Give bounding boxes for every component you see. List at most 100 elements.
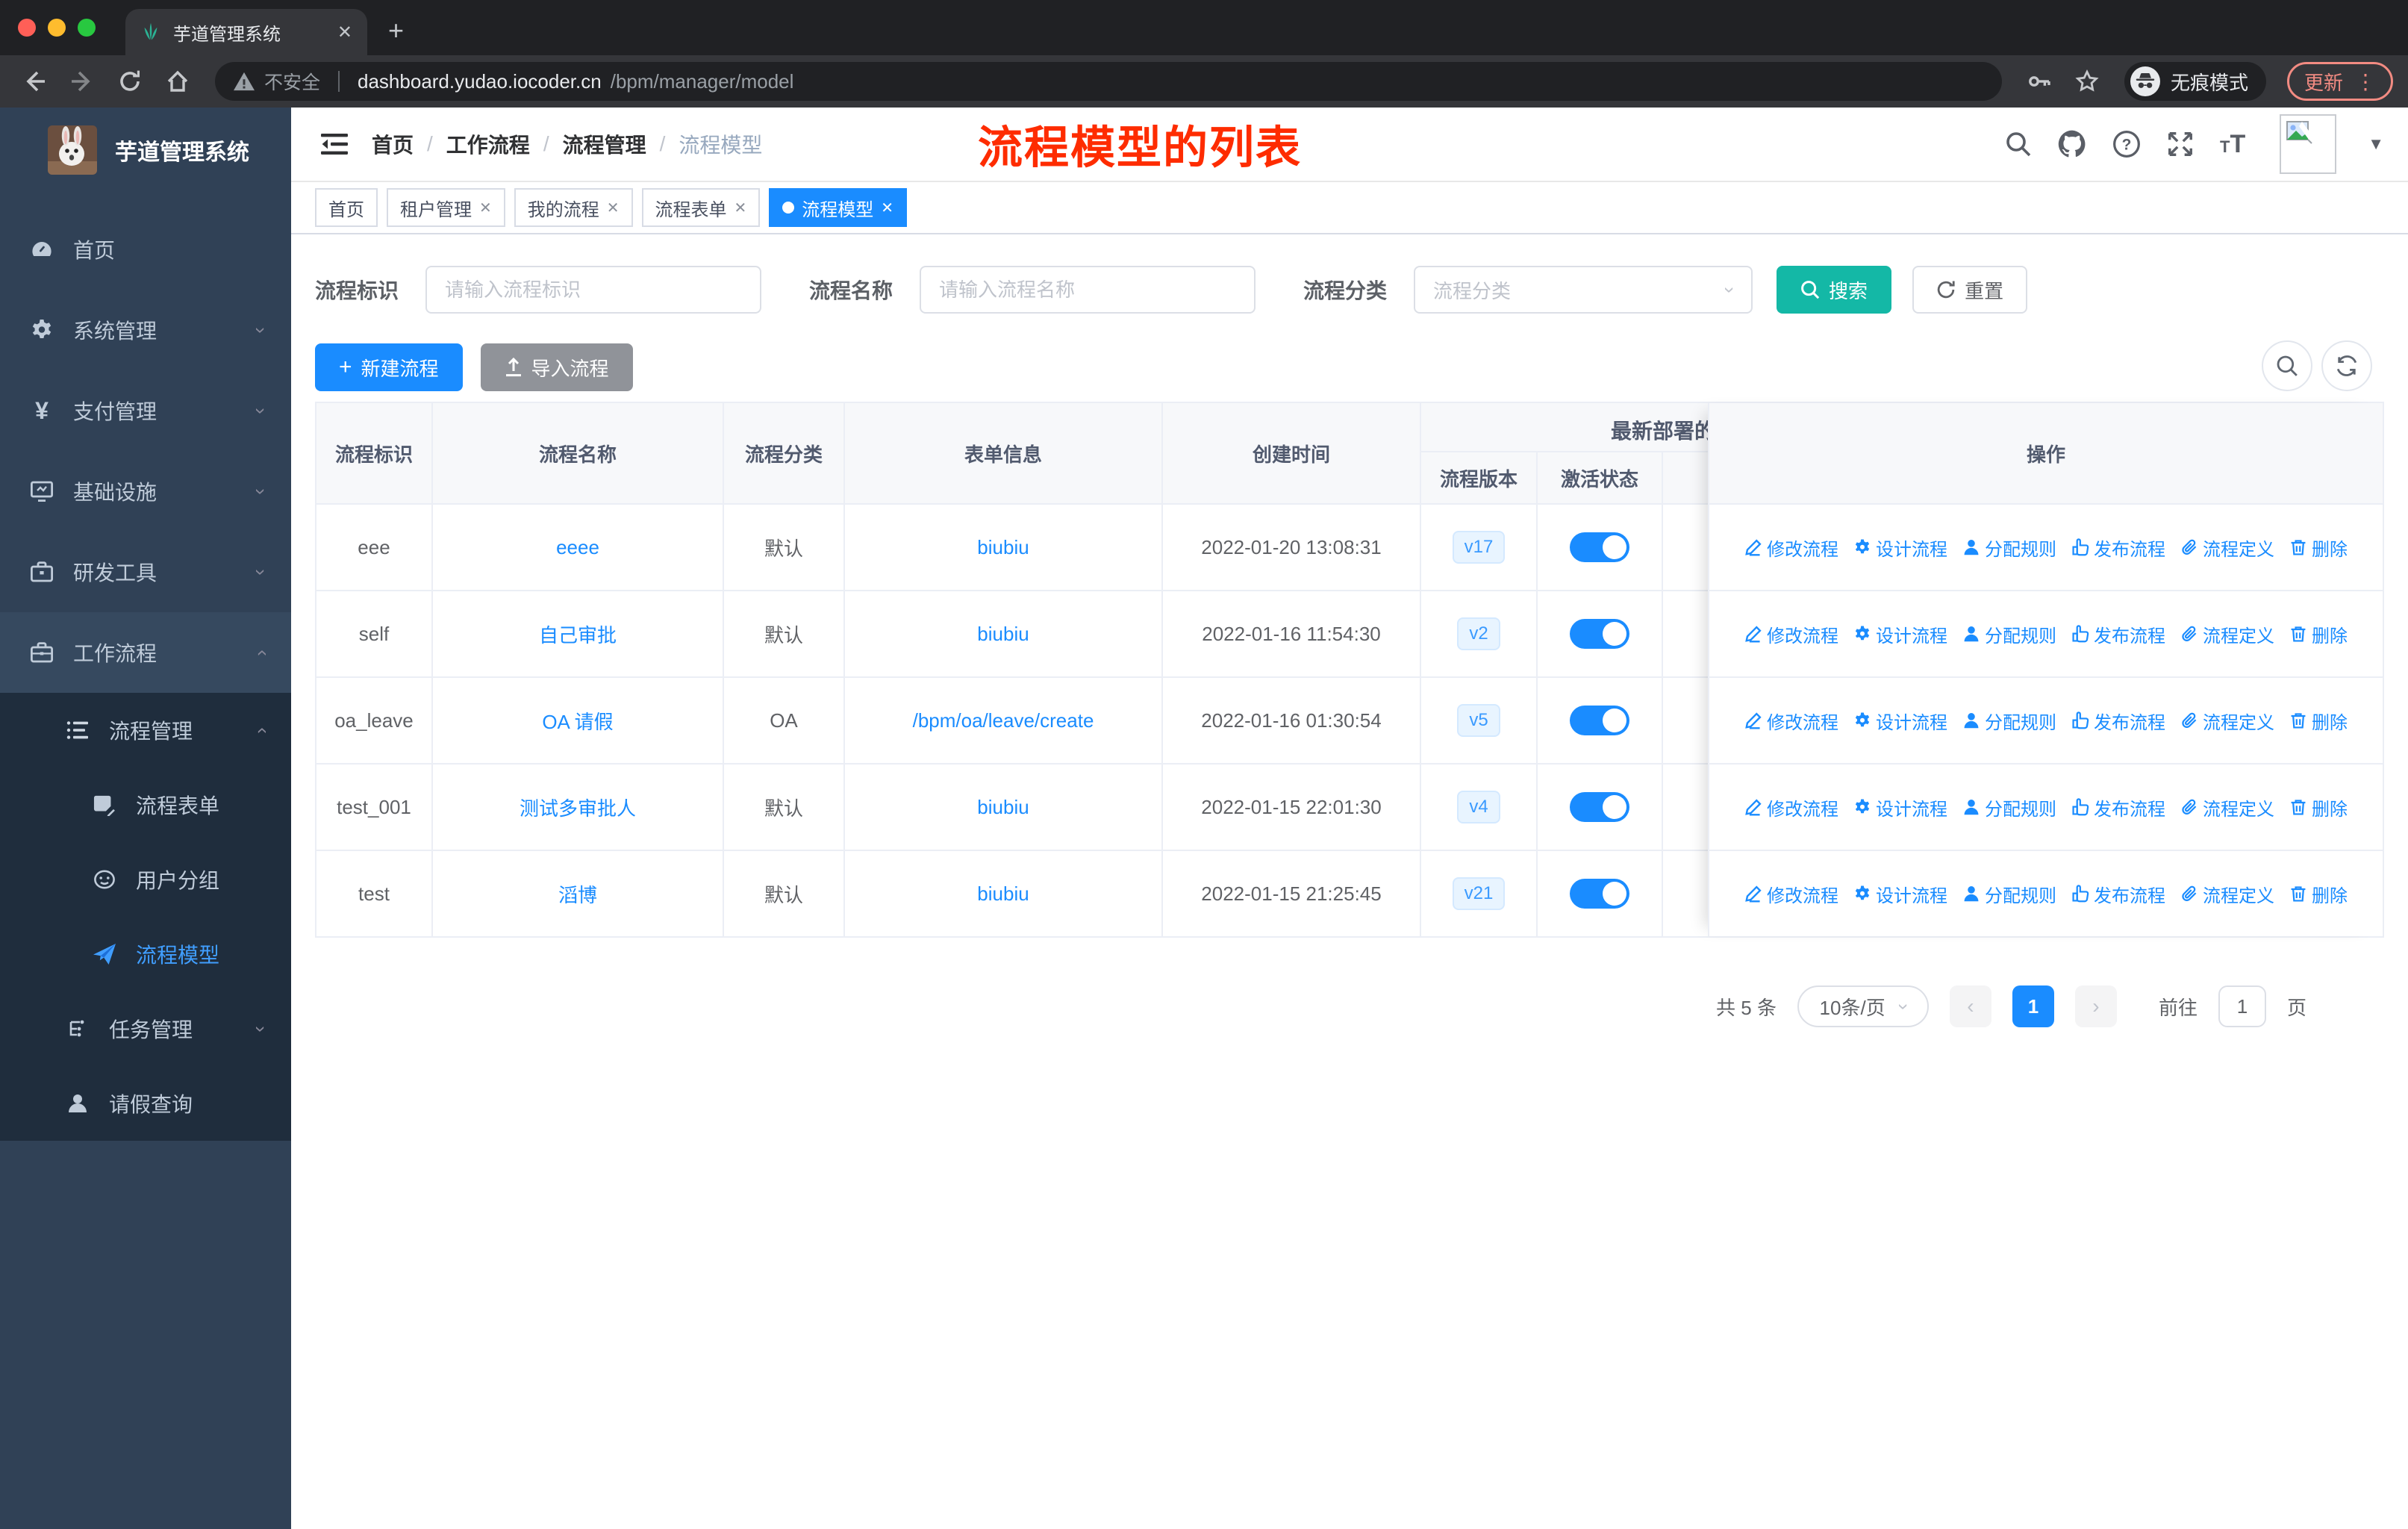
delete-link[interactable]: 删除 (2289, 881, 2348, 907)
reset-button[interactable]: 重置 (1912, 266, 2028, 314)
publish-process-link[interactable]: 发布流程 (2071, 535, 2165, 561)
tag-close-icon[interactable]: ✕ (881, 199, 893, 217)
next-page-button[interactable]: › (2074, 985, 2117, 1027)
sidebar-item-process-form[interactable]: 流程表单 (0, 767, 291, 842)
version-badge[interactable]: v17 (1452, 531, 1506, 564)
home-icon[interactable] (158, 69, 197, 93)
help-icon[interactable]: ? (2112, 130, 2141, 158)
publish-process-link[interactable]: 发布流程 (2071, 708, 2165, 734)
avatar-caret-icon[interactable]: ▼ (2368, 134, 2384, 154)
user-avatar[interactable] (2280, 114, 2337, 174)
breadcrumb-home[interactable]: 首页 (372, 129, 414, 159)
sidebar-item-workflow[interactable]: 工作流程 › (0, 612, 291, 693)
tag-process-model[interactable]: 流程模型 ✕ (769, 188, 908, 227)
form-info-link[interactable]: biubiu (977, 796, 1029, 819)
forward-icon[interactable] (63, 69, 102, 93)
menu-fold-icon[interactable] (306, 132, 363, 156)
reload-icon[interactable] (110, 69, 149, 93)
form-info-link[interactable]: biubiu (977, 536, 1029, 559)
form-info-link[interactable]: biubiu (977, 623, 1029, 646)
delete-link[interactable]: 删除 (2289, 535, 2348, 561)
bookmark-star-icon[interactable] (2068, 69, 2106, 94)
process-definition-link[interactable]: 流程定义 (2180, 621, 2274, 647)
publish-process-link[interactable]: 发布流程 (2071, 881, 2165, 907)
tag-tenant[interactable]: 租户管理 ✕ (387, 188, 505, 227)
menu-dots-icon[interactable]: ⋮ (2355, 69, 2376, 94)
edit-process-link[interactable]: 修改流程 (1744, 708, 1838, 734)
delete-link[interactable]: 删除 (2289, 794, 2348, 820)
new-tab-button[interactable]: + (388, 15, 404, 46)
assign-rule-link[interactable]: 分配规则 (1962, 881, 2056, 907)
breadcrumb-workflow[interactable]: 工作流程 (446, 129, 530, 159)
design-process-link[interactable]: 设计流程 (1853, 621, 1947, 647)
version-badge[interactable]: v4 (1457, 791, 1500, 823)
active-toggle[interactable] (1570, 792, 1629, 822)
process-definition-link[interactable]: 流程定义 (2180, 881, 2274, 907)
tag-process-form[interactable]: 流程表单 ✕ (641, 188, 761, 227)
process-name-input[interactable] (920, 266, 1256, 314)
back-icon[interactable] (15, 69, 54, 93)
search-icon[interactable] (2005, 131, 2032, 158)
page-size-select[interactable]: 10条/页 › (1797, 985, 1929, 1027)
fullscreen-icon[interactable] (2166, 130, 2195, 158)
delete-link[interactable]: 删除 (2289, 708, 2348, 734)
sidebar-item-infrastructure[interactable]: 基础设施 › (0, 451, 291, 532)
active-toggle[interactable] (1570, 706, 1629, 735)
breadcrumb-process-management[interactable]: 流程管理 (563, 129, 646, 159)
browser-tab[interactable]: 芋道管理系统 ✕ (125, 9, 367, 55)
toggle-search-button[interactable] (2262, 340, 2312, 391)
process-name-link[interactable]: OA 请假 (542, 707, 613, 735)
prev-page-button[interactable]: ‹ (1949, 985, 1991, 1027)
version-badge[interactable]: v21 (1452, 877, 1506, 910)
current-page-button[interactable]: 1 (2012, 985, 2054, 1027)
close-window-button[interactable] (18, 19, 36, 37)
assign-rule-link[interactable]: 分配规则 (1962, 535, 2056, 561)
assign-rule-link[interactable]: 分配规则 (1962, 794, 2056, 820)
form-info-link[interactable]: /bpm/oa/leave/create (913, 709, 1094, 732)
sidebar-item-process-management[interactable]: 流程管理 › (0, 693, 291, 767)
assign-rule-link[interactable]: 分配规则 (1962, 621, 2056, 647)
sidebar-item-system[interactable]: 系统管理 › (0, 290, 291, 370)
zoom-window-button[interactable] (78, 19, 96, 37)
edit-process-link[interactable]: 修改流程 (1744, 794, 1838, 820)
tag-home[interactable]: 首页 (315, 188, 378, 227)
security-warning-icon[interactable] (233, 71, 255, 92)
process-name-link[interactable]: 滔博 (558, 880, 597, 908)
process-id-input[interactable] (425, 266, 762, 314)
edit-process-link[interactable]: 修改流程 (1744, 621, 1838, 647)
sidebar-item-leave-query[interactable]: 请假查询 (0, 1066, 291, 1141)
window-controls[interactable] (0, 0, 113, 55)
process-definition-link[interactable]: 流程定义 (2180, 708, 2274, 734)
active-toggle[interactable] (1570, 619, 1629, 649)
sidebar-item-dev-tools[interactable]: 研发工具 › (0, 532, 291, 612)
active-toggle[interactable] (1570, 879, 1629, 909)
process-name-link[interactable]: 自己审批 (539, 620, 617, 648)
sidebar-item-process-model[interactable]: 流程模型 (0, 917, 291, 991)
tag-close-icon[interactable]: ✕ (734, 199, 747, 217)
import-process-button[interactable]: 导入流程 (480, 343, 633, 391)
design-process-link[interactable]: 设计流程 (1853, 535, 1947, 561)
form-info-link[interactable]: biubiu (977, 882, 1029, 906)
delete-link[interactable]: 删除 (2289, 621, 2348, 647)
process-name-link[interactable]: eeee (556, 536, 599, 559)
key-icon[interactable] (2020, 69, 2059, 94)
font-size-icon[interactable]: TT (2220, 130, 2245, 159)
design-process-link[interactable]: 设计流程 (1853, 708, 1947, 734)
process-category-select[interactable]: 流程分类 › (1414, 266, 1753, 314)
refresh-button[interactable] (2321, 340, 2372, 391)
process-definition-link[interactable]: 流程定义 (2180, 794, 2274, 820)
goto-page-input[interactable] (2218, 985, 2266, 1027)
tag-close-icon[interactable]: ✕ (479, 199, 492, 217)
version-badge[interactable]: v5 (1457, 704, 1500, 737)
tag-close-icon[interactable]: ✕ (607, 199, 620, 217)
sidebar-item-payment[interactable]: ¥ 支付管理 › (0, 370, 291, 451)
tag-my-process[interactable]: 我的流程 ✕ (514, 188, 633, 227)
publish-process-link[interactable]: 发布流程 (2071, 794, 2165, 820)
sidebar-item-home[interactable]: 首页 (0, 209, 291, 290)
minimize-window-button[interactable] (48, 19, 66, 37)
publish-process-link[interactable]: 发布流程 (2071, 621, 2165, 647)
edit-process-link[interactable]: 修改流程 (1744, 881, 1838, 907)
tab-close-icon[interactable]: ✕ (337, 22, 352, 43)
assign-rule-link[interactable]: 分配规则 (1962, 708, 2056, 734)
design-process-link[interactable]: 设计流程 (1853, 881, 1947, 907)
